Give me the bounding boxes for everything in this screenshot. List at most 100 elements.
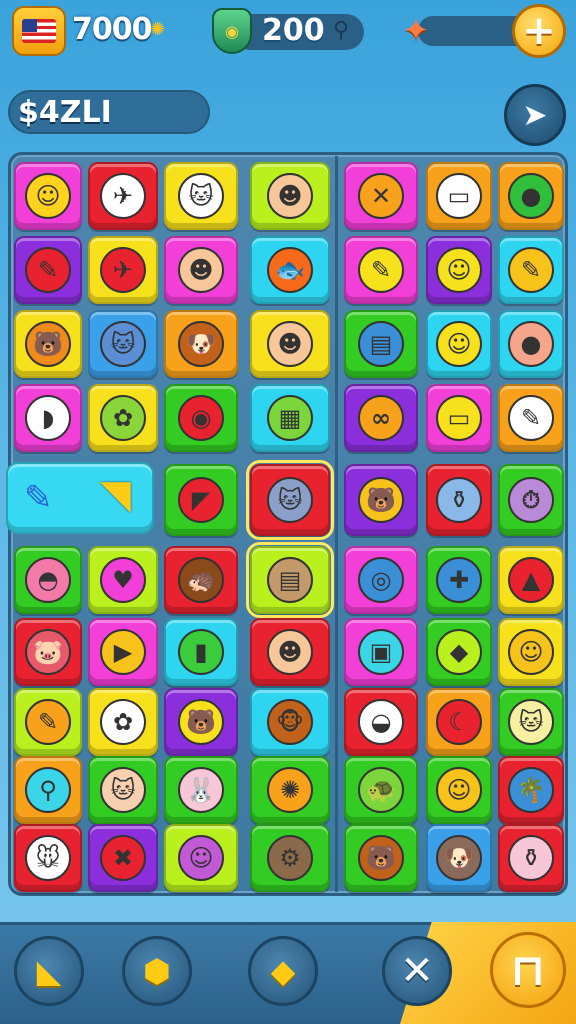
tile-3-2[interactable]: ◉ <box>164 384 238 452</box>
tile-7-5[interactable]: ☾ <box>426 688 492 756</box>
pause-button[interactable]: ⊓ <box>490 932 566 1008</box>
brown-dog-icon: 🐶 <box>436 835 482 881</box>
tile-3-3[interactable]: ▦ <box>250 384 330 452</box>
tile-6-0[interactable]: 🐷 <box>14 618 82 686</box>
tile-7-0[interactable]: ✎ <box>14 688 82 756</box>
bandage-icon: ✚ <box>436 557 482 603</box>
tile-0-5[interactable]: ▭ <box>426 162 492 230</box>
tile-1-1[interactable]: ✈ <box>88 236 158 304</box>
yellow-face-icon: ☺ <box>436 247 482 293</box>
red-pepper-icon: ☾ <box>436 699 482 745</box>
wide-tile[interactable]: ✎ ◥ <box>6 462 154 534</box>
close-button[interactable]: ✕ <box>382 936 452 1006</box>
tile-5-1[interactable]: ♥ <box>88 546 158 614</box>
tile-6-6[interactable]: ☺ <box>498 618 564 686</box>
tile-1-6[interactable]: ✎ <box>498 236 564 304</box>
tile-4-5[interactable]: ⚱ <box>426 464 492 536</box>
tile-2-2[interactable]: 🐶 <box>164 310 238 378</box>
tile-7-4[interactable]: ◒ <box>344 688 418 756</box>
tile-1-4[interactable]: ✎ <box>344 236 418 304</box>
tile-7-3[interactable]: 🐵 <box>250 688 330 756</box>
id-card-icon: ▭ <box>436 173 482 219</box>
tile-0-2[interactable]: 🐱 <box>164 162 238 230</box>
hammer-booster-button[interactable]: ◣ <box>14 936 84 1006</box>
yellow-teddy-icon: 🐻 <box>178 699 224 745</box>
tile-1-2[interactable]: ☻ <box>164 236 238 304</box>
shuffle-booster-button[interactable]: ⬢ <box>122 936 192 1006</box>
tile-5-5[interactable]: ✚ <box>426 546 492 614</box>
tile-3-1[interactable]: ✿ <box>88 384 158 452</box>
tile-6-1[interactable]: ▶ <box>88 618 158 686</box>
brunette-girl-icon: ☻ <box>178 247 224 293</box>
keyboard-icon: ▤ <box>267 557 313 603</box>
tile-9-2[interactable]: ☺ <box>164 824 238 892</box>
tile-9-3[interactable]: ⚙ <box>250 824 330 892</box>
leaf-bundle-icon: ✿ <box>100 395 146 441</box>
tile-9-5[interactable]: 🐶 <box>426 824 492 892</box>
tile-0-6[interactable]: ● <box>498 162 564 230</box>
tile-8-0[interactable]: ⚲ <box>14 756 82 824</box>
navigate-arrow-button[interactable]: ➤ <box>504 84 566 146</box>
tile-2-6[interactable]: ● <box>498 310 564 378</box>
tile-8-2[interactable]: 🐰 <box>164 756 238 824</box>
tile-8-3[interactable]: ✺ <box>250 756 330 824</box>
tile-5-4[interactable]: ◎ <box>344 546 418 614</box>
tile-5-2[interactable]: 🦔 <box>164 546 238 614</box>
tile-4-6[interactable]: ⏱ <box>498 464 564 536</box>
pizza-slice-icon: ▶ <box>100 629 146 675</box>
tile-6-4[interactable]: ▣ <box>344 618 418 686</box>
white-shell-icon: ◒ <box>358 699 404 745</box>
tile-1-3[interactable]: 🐟 <box>250 236 330 304</box>
tile-3-0[interactable]: ◗ <box>14 384 82 452</box>
tile-4-2[interactable]: ◤ <box>164 464 238 536</box>
top-bar: 7000 ✺ ◉ 200 ⚲ ✦ + <box>0 0 576 62</box>
tile-1-5[interactable]: ☺ <box>426 236 492 304</box>
tile-9-6[interactable]: ⚱ <box>498 824 564 892</box>
red-x-icon: ✖ <box>100 835 146 881</box>
tile-1-0[interactable]: ✎ <box>14 236 82 304</box>
orange-x-icon: ✕ <box>358 173 404 219</box>
tile-3-4[interactable]: ∞ <box>344 384 418 452</box>
brown-pencil-icon: ✎ <box>508 395 554 441</box>
tile-7-1[interactable]: ✿ <box>88 688 158 756</box>
tile-5-6[interactable]: ▲ <box>498 546 564 614</box>
tile-6-3[interactable]: ☻ <box>250 618 330 686</box>
swap-booster-button[interactable]: ◆ <box>248 936 318 1006</box>
tile-3-5[interactable]: ▭ <box>426 384 492 452</box>
tile-2-3[interactable]: ☻ <box>250 310 330 378</box>
tile-0-4[interactable]: ✕ <box>344 162 418 230</box>
tile-0-1[interactable]: ✈ <box>88 162 158 230</box>
palm-box-icon: 🌴 <box>508 767 554 813</box>
tile-5-3[interactable]: ▤ <box>246 542 334 618</box>
tile-5-0[interactable]: ◓ <box>14 546 82 614</box>
bear-face-icon: 🐻 <box>25 321 71 367</box>
tile-2-5[interactable]: ☺ <box>426 310 492 378</box>
add-currency-button[interactable]: + <box>512 4 566 58</box>
tile-7-6[interactable]: 🐱 <box>498 688 564 756</box>
tile-3-6[interactable]: ✎ <box>498 384 564 452</box>
tile-4-4[interactable]: 🐻 <box>344 464 418 536</box>
tile-8-5[interactable]: ☺ <box>426 756 492 824</box>
tile-9-0[interactable]: 🐭 <box>14 824 82 892</box>
search-icon[interactable]: ⚲ <box>326 16 356 46</box>
pause-icon: ⊓ <box>510 944 546 996</box>
tile-0-3[interactable]: ☻ <box>250 162 330 230</box>
tile-2-0[interactable]: 🐻 <box>14 310 82 378</box>
tile-8-6[interactable]: 🌴 <box>498 756 564 824</box>
score-label: $4ZLI <box>18 95 112 130</box>
tile-6-2[interactable]: ▮ <box>164 618 238 686</box>
tile-7-2[interactable]: 🐻 <box>164 688 238 756</box>
tile-2-1[interactable]: 🐱 <box>88 310 158 378</box>
tile-6-5[interactable]: ◆ <box>426 618 492 686</box>
blue-cat-icon: 🐱 <box>100 321 146 367</box>
tile-8-1[interactable]: 🐱 <box>88 756 158 824</box>
language-flag-button[interactable] <box>12 6 66 56</box>
board-divider <box>335 156 338 892</box>
tile-8-4[interactable]: 🐢 <box>344 756 418 824</box>
tile-9-4[interactable]: 🐻 <box>344 824 418 892</box>
tile-4-3[interactable]: 🐱 <box>246 460 334 540</box>
hammer-booster-icon: ◣ <box>36 952 62 990</box>
tile-2-4[interactable]: ▤ <box>344 310 418 378</box>
tile-9-1[interactable]: ✖ <box>88 824 158 892</box>
tile-0-0[interactable]: ☺ <box>14 162 82 230</box>
